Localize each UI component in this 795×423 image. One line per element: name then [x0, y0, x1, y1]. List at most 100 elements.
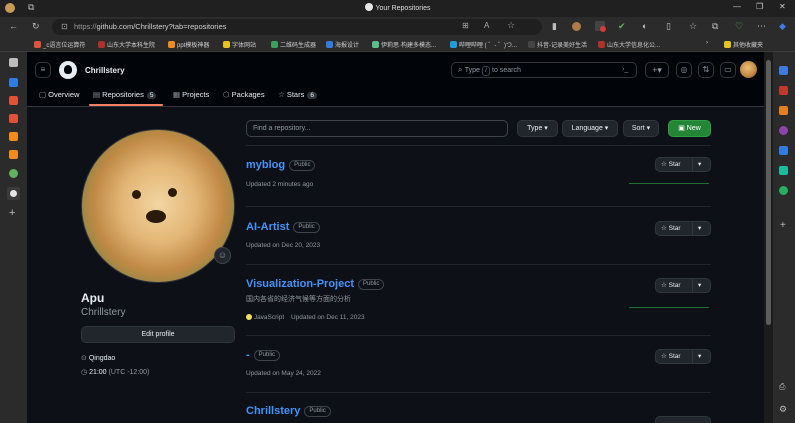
sidebar-tools-icon[interactable] — [779, 106, 788, 115]
star-list-dropdown-icon[interactable]: ▾ — [698, 158, 701, 171]
star-icon: ☆ — [661, 353, 667, 360]
sidebar-app-icon[interactable] — [779, 186, 788, 195]
edit-profile-button[interactable]: Edit profile — [81, 326, 235, 343]
bookmark-item[interactable]: 抖音-记录美好生活 — [528, 40, 587, 49]
sidebar-settings-icon[interactable]: ⚙ — [779, 404, 787, 415]
hamburger-menu-icon[interactable]: ≡ — [35, 62, 51, 78]
extension-4-icon[interactable]: ✔ — [618, 21, 626, 32]
bookmark-item[interactable]: 伊莉思·构建多模态... — [372, 40, 436, 49]
command-palette-icon[interactable]: ›_ — [622, 63, 628, 77]
split-screen-icon[interactable]: ▯ — [666, 21, 671, 32]
favorite-star-icon[interactable]: ☆ — [507, 20, 515, 31]
bookmark-item[interactable]: 哔哩哔哩 ( ゜- ゜)つ... — [450, 40, 517, 49]
star-button[interactable]: ☆ Star ▾ — [655, 221, 711, 236]
github-header: ≡ Chrillstery ⌕ Type / to search ›_ +▾ ◎… — [27, 52, 764, 107]
new-tab-icon[interactable]: + — [9, 207, 15, 219]
sidebar-search-icon[interactable] — [779, 66, 788, 75]
page-scrollbar[interactable] — [764, 52, 773, 423]
star-button[interactable]: ☆ Star ▾ — [655, 278, 711, 293]
extension-2-icon[interactable] — [572, 22, 581, 31]
tab-overview[interactable]: ▢ Overview — [39, 90, 79, 99]
bookmark-item[interactable]: 山东大学本科生院 — [98, 40, 155, 49]
repo-search-input[interactable]: Find a repository... — [246, 120, 508, 137]
avatar-eye-left — [132, 190, 141, 199]
sort-button[interactable]: Sort ▾ — [623, 120, 659, 137]
sidebar-outlook-icon[interactable] — [779, 146, 788, 155]
tab-favicon-2[interactable] — [9, 96, 18, 105]
bookmark-item[interactable]: _c语言位运算符 — [34, 40, 85, 49]
extension-1-icon[interactable]: ▮ — [552, 21, 557, 32]
tab-packages[interactable]: ⬡ Packages — [223, 90, 265, 99]
repo-link[interactable]: Visualization-Project — [246, 278, 354, 290]
tab-favicon-5[interactable] — [9, 150, 18, 159]
bookmarks-bar: _c语言位运算符 山东大学本科生院 ppt模板神器 字体网站 二维码生成器 海报… — [0, 37, 795, 52]
issues-icon[interactable]: ◎ — [676, 62, 692, 78]
tab-favicon-1[interactable] — [9, 78, 18, 87]
copilot-icon[interactable]: ◆ — [779, 21, 786, 32]
tab-favicon-4[interactable] — [9, 132, 18, 141]
minimize-icon[interactable]: — — [733, 2, 741, 11]
close-icon[interactable]: ✕ — [779, 2, 786, 11]
address-bar[interactable]: ⊡ https://github.com/Chrillstery?tab=rep… — [52, 19, 542, 35]
inbox-icon[interactable]: ▭ — [720, 62, 736, 78]
tab-favicon-github-active[interactable] — [7, 187, 20, 200]
site-info-icon[interactable]: ⊡ — [61, 22, 68, 31]
create-new-icon[interactable]: +▾ — [645, 62, 669, 78]
tab-projects[interactable]: ▦ Projects — [173, 90, 209, 99]
header-username[interactable]: Chrillstery — [85, 66, 125, 75]
bookmark-item[interactable]: 海报设计 — [326, 40, 359, 49]
back-icon[interactable]: ← — [9, 21, 18, 31]
read-aloud-icon[interactable]: A — [484, 21, 489, 30]
clock-icon: ◷ — [81, 369, 90, 376]
tab-actions-icon[interactable] — [9, 58, 18, 67]
set-status-icon[interactable]: ☺ — [214, 247, 231, 264]
tab-stars[interactable]: ☆ Stars 6 — [278, 90, 317, 99]
bookmark-item[interactable]: ppt模板神器 — [168, 40, 209, 49]
star-icon: ☆ — [661, 161, 667, 168]
pull-requests-icon[interactable]: ⇅ — [698, 62, 714, 78]
repo-link[interactable]: AI-Artist — [246, 221, 289, 233]
star-list-dropdown-icon[interactable]: ▾ — [698, 350, 701, 363]
global-search-input[interactable]: ⌕ Type / to search ›_ — [451, 62, 637, 78]
profile-login: Chrillstery — [81, 307, 126, 318]
bookmark-folder-other[interactable]: 其他收藏夹 — [724, 40, 763, 49]
sidebar-games-icon[interactable] — [779, 126, 788, 135]
refresh-icon[interactable]: ↻ — [32, 21, 40, 32]
extension-5-icon[interactable]: ◐ — [642, 21, 647, 31]
collections-icon[interactable]: ⧉ — [712, 21, 718, 32]
tab-repositories[interactable]: ▤ Repositories 5 — [93, 90, 157, 99]
repo-link[interactable]: Chrillstery — [246, 405, 300, 417]
more-menu-icon[interactable]: ⋯ — [757, 21, 766, 32]
translate-icon[interactable]: ⊞ — [462, 21, 469, 30]
extension-3-icon[interactable] — [595, 21, 606, 32]
browser-essentials-icon[interactable]: ♡ — [735, 21, 743, 32]
bookmark-item[interactable]: 二维码生成器 — [271, 40, 316, 49]
sidebar-shopping-icon[interactable] — [779, 86, 788, 95]
bookmark-item[interactable]: 字体网站 — [223, 40, 256, 49]
tab-favicon-3[interactable] — [9, 114, 18, 123]
favorites-icon[interactable]: ☆ — [689, 21, 697, 32]
maximize-icon[interactable]: ❐ — [756, 2, 763, 11]
sidebar-screenshot-icon[interactable]: ⎙ — [779, 382, 785, 392]
user-avatar[interactable] — [740, 61, 757, 78]
repo-item-ai-artist: AI-Artist Public — [246, 221, 320, 233]
profile-location: ⊙ Qingdao — [81, 355, 116, 362]
new-repo-button[interactable]: ▣ New — [668, 120, 711, 137]
github-logo-icon[interactable] — [59, 61, 77, 79]
language-filter-button[interactable]: Language ▾ — [562, 120, 618, 137]
star-button[interactable]: ☆ Star ▾ — [655, 349, 711, 364]
repo-link[interactable]: - — [246, 349, 250, 361]
repo-language: JavaScript — [246, 314, 284, 321]
bookmark-item[interactable]: 山东大学信息化公... — [598, 40, 660, 49]
scrollbar-thumb[interactable] — [766, 60, 771, 325]
star-button[interactable]: ☆ Star ▾ — [655, 157, 711, 172]
type-filter-button[interactable]: Type ▾ — [517, 120, 558, 137]
bookmarks-overflow-icon[interactable]: › — [706, 40, 708, 46]
tab-favicon-6[interactable] — [9, 169, 18, 178]
star-button[interactable] — [655, 416, 711, 423]
sidebar-add-icon[interactable]: + — [780, 220, 786, 231]
star-list-dropdown-icon[interactable]: ▾ — [698, 279, 701, 292]
star-list-dropdown-icon[interactable]: ▾ — [698, 222, 701, 235]
sidebar-drop-icon[interactable] — [779, 166, 788, 175]
repo-link[interactable]: myblog — [246, 159, 285, 171]
